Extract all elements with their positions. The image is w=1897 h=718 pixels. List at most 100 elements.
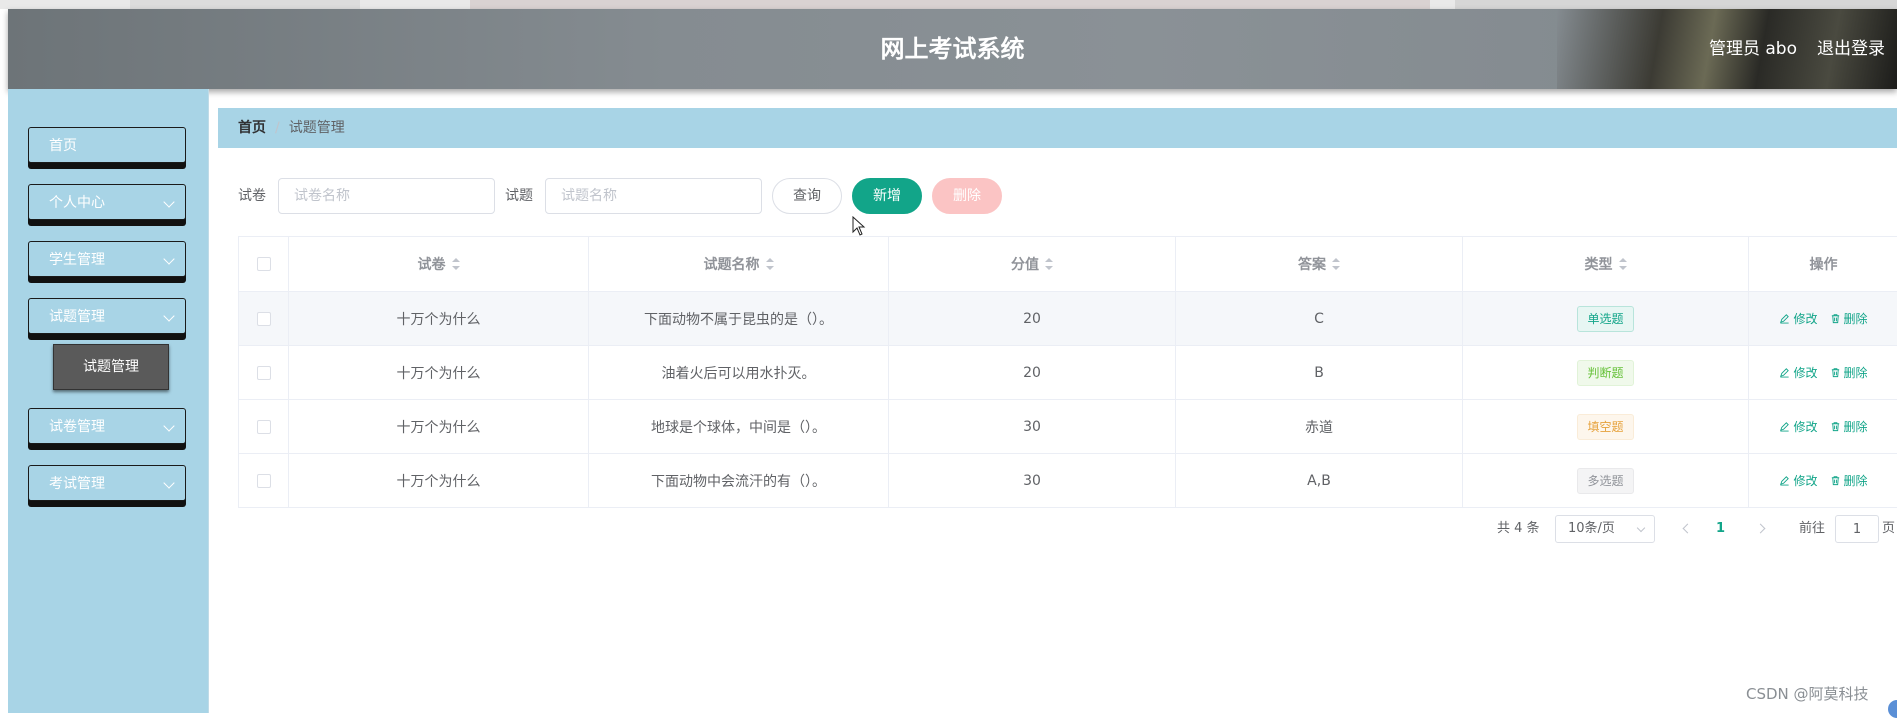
table-row: 十万个为什么 下面动物不属于昆虫的是（）。 20 C 单选题 修改 删除: [239, 292, 1897, 346]
cell-paper: 十万个为什么: [289, 346, 589, 399]
cell-actions: 修改 删除: [1749, 346, 1897, 399]
cell-type: 多选题: [1463, 454, 1749, 507]
type-badge: 单选题: [1577, 305, 1634, 332]
column-header-label: 操作: [1809, 257, 1838, 273]
page-size-select[interactable]: 10条/页: [1555, 515, 1655, 543]
paper-name-input[interactable]: [278, 178, 495, 214]
sidebar-item-papers[interactable]: 试卷管理: [28, 408, 186, 444]
edit-label: 修改: [1793, 474, 1818, 488]
edit-label: 修改: [1793, 366, 1818, 380]
column-header-answer[interactable]: 答案: [1176, 237, 1463, 291]
sort-icon[interactable]: [765, 258, 774, 270]
edit-icon: [1779, 421, 1790, 432]
sidebar-item-questions[interactable]: 试题管理: [28, 298, 186, 334]
sidebar-item-label: 学生管理: [49, 252, 105, 268]
delete-button[interactable]: 删除: [932, 178, 1002, 214]
sidebar-item-label: 试卷管理: [49, 419, 105, 435]
row-delete-button[interactable]: 删除: [1830, 472, 1868, 489]
cell-question: 油着火后可以用水扑灭。: [589, 346, 889, 399]
edit-icon: [1779, 367, 1790, 378]
edit-icon: [1779, 313, 1790, 324]
prev-page-icon[interactable]: [1682, 523, 1693, 534]
sidebar-item-label: 考试管理: [49, 476, 105, 492]
row-checkbox[interactable]: [256, 419, 271, 434]
app-header: 网上考试系统 管理员 abo 退出登录: [8, 9, 1897, 89]
add-button[interactable]: 新增: [852, 178, 922, 214]
question-name-input[interactable]: [545, 178, 762, 214]
trash-icon: [1830, 475, 1841, 486]
goto-label: 前往: [1799, 521, 1826, 536]
breadcrumb-home[interactable]: 首页: [238, 120, 266, 136]
top-strip: [0, 0, 1897, 9]
row-delete-button[interactable]: 删除: [1830, 418, 1868, 435]
row-select-cell: [239, 292, 289, 345]
app-title: 网上考试系统: [880, 35, 1025, 63]
query-button[interactable]: 查询: [772, 178, 842, 214]
edit-button[interactable]: 修改: [1779, 472, 1818, 489]
goto-page-input[interactable]: [1835, 515, 1879, 543]
row-select-cell: [239, 346, 289, 399]
edit-button[interactable]: 修改: [1779, 310, 1818, 327]
column-header-label: 类型: [1584, 257, 1613, 273]
column-header-score[interactable]: 分值: [889, 237, 1176, 291]
edit-icon: [1779, 475, 1790, 486]
page-size-value: 10条/页: [1568, 521, 1615, 536]
row-checkbox[interactable]: [256, 311, 271, 326]
sort-icon[interactable]: [1045, 258, 1053, 270]
next-page-icon[interactable]: [1755, 523, 1766, 534]
sidebar-item-home[interactable]: 首页: [28, 127, 186, 163]
sidebar-item-students[interactable]: 学生管理: [28, 241, 186, 277]
select-all-checkbox[interactable]: [256, 257, 271, 271]
sidebar-item-profile[interactable]: 个人中心: [28, 184, 186, 220]
cell-paper: 十万个为什么: [289, 454, 589, 507]
edit-button[interactable]: 修改: [1779, 418, 1818, 435]
row-delete-button[interactable]: 删除: [1830, 364, 1868, 381]
chevron-down-icon: [163, 420, 175, 432]
cell-type: 判断题: [1463, 346, 1749, 399]
mouse-cursor-icon: [852, 216, 866, 236]
table-row: 十万个为什么 下面动物中会流汗的有（）。 30 A,B 多选题 修改 删除: [239, 454, 1897, 508]
cell-answer: B: [1176, 346, 1463, 399]
column-header-paper[interactable]: 试卷: [289, 237, 589, 291]
column-header-question[interactable]: 试题名称: [589, 237, 889, 291]
table-header-row: 试卷 试题名称 分值 答案 类型 操作: [239, 237, 1897, 292]
type-badge: 填空题: [1577, 413, 1634, 440]
delete-label: 删除: [1843, 312, 1868, 326]
row-select-cell: [239, 400, 289, 453]
cell-paper: 十万个为什么: [289, 292, 589, 345]
breadcrumb: 首页 / 试题管理: [218, 108, 1897, 148]
cell-question: 下面动物不属于昆虫的是（）。: [589, 292, 889, 345]
page-number-current[interactable]: 1: [1716, 515, 1725, 543]
delete-label: 删除: [1843, 366, 1868, 380]
edit-label: 修改: [1793, 312, 1818, 326]
row-checkbox[interactable]: [256, 365, 271, 380]
row-delete-button[interactable]: 删除: [1830, 310, 1868, 327]
column-header-type[interactable]: 类型: [1463, 237, 1749, 291]
sort-icon[interactable]: [1618, 258, 1627, 270]
chevron-down-icon: [163, 253, 175, 265]
table-row: 十万个为什么 地球是个球体，中间是（）。 30 赤道 填空题 修改 删除: [239, 400, 1897, 454]
current-user-label: 管理员 abo: [1708, 39, 1797, 59]
delete-label: 删除: [1843, 420, 1868, 434]
sidebar-item-label: 个人中心: [49, 195, 105, 211]
row-checkbox[interactable]: [256, 473, 271, 488]
cell-actions: 修改 删除: [1749, 400, 1897, 453]
sort-icon[interactable]: [451, 258, 460, 270]
cell-answer: 赤道: [1176, 400, 1463, 453]
type-badge: 判断题: [1577, 359, 1634, 386]
logout-link[interactable]: 退出登录: [1817, 9, 1885, 89]
cell-score: 30: [889, 454, 1176, 507]
column-header-label: 试卷: [417, 257, 446, 273]
delete-label: 删除: [1843, 474, 1868, 488]
submenu-item-questions[interactable]: 试题管理: [53, 344, 169, 390]
corner-badge: [1888, 700, 1897, 718]
trash-icon: [1830, 367, 1841, 378]
sort-icon[interactable]: [1332, 258, 1340, 270]
cell-actions: 修改 删除: [1749, 292, 1897, 345]
edit-button[interactable]: 修改: [1779, 364, 1818, 381]
cell-score: 30: [889, 400, 1176, 453]
questions-table: 试卷 试题名称 分值 答案 类型 操作 十万个为什么 下面动物不属于昆虫的是（）。…: [238, 236, 1897, 508]
sidebar-item-exams[interactable]: 考试管理: [28, 465, 186, 501]
cell-actions: 修改 删除: [1749, 454, 1897, 507]
cell-score: 20: [889, 346, 1176, 399]
